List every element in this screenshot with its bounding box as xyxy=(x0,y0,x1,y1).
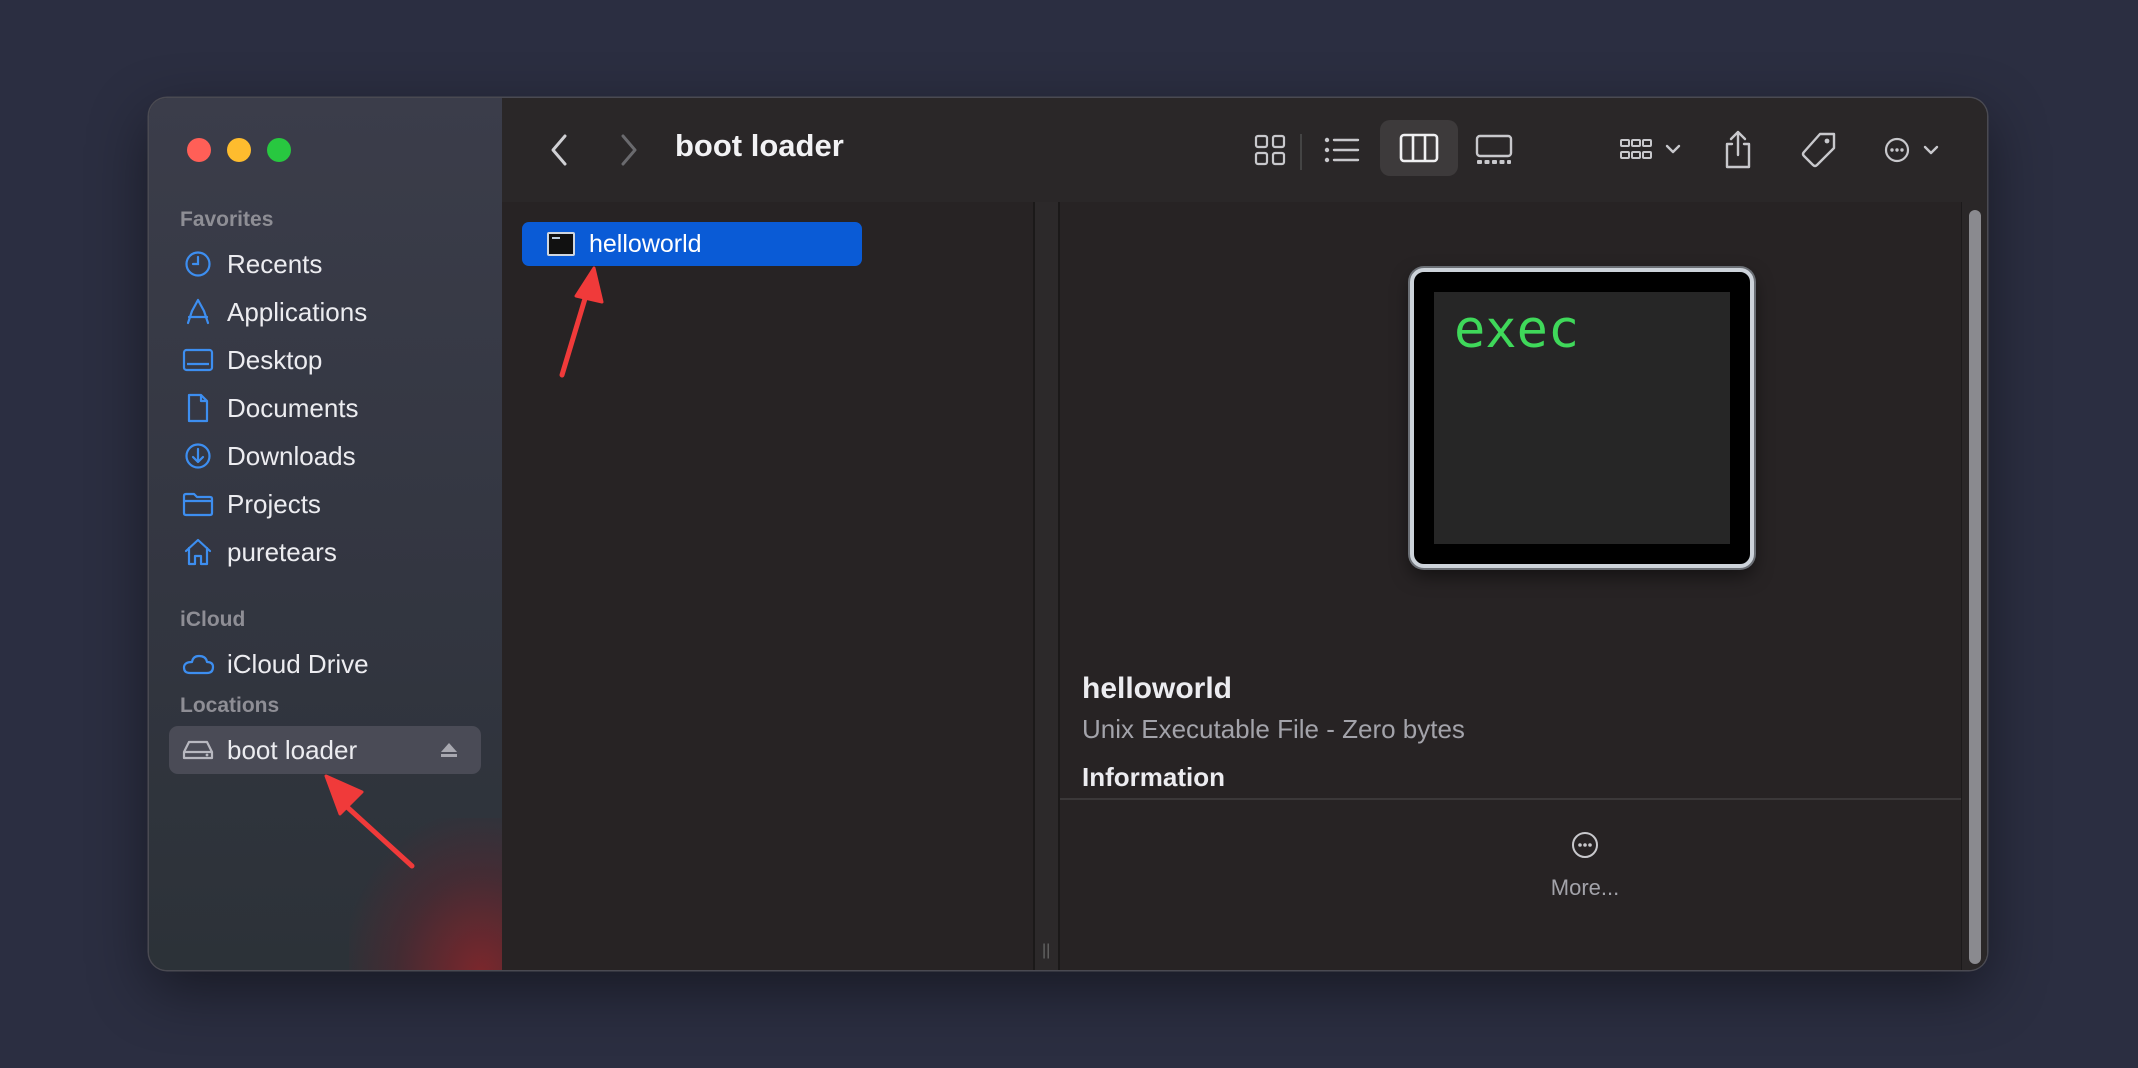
sidebar-item-projects[interactable]: Projects xyxy=(169,480,481,528)
sidebar-item-recents[interactable]: Recents xyxy=(169,240,481,288)
file-column: helloworld xyxy=(502,202,1033,970)
column-resize-handle[interactable]: || xyxy=(1042,942,1050,960)
group-icon[interactable] xyxy=(1614,128,1694,172)
sidebar-item-documents[interactable]: Documents xyxy=(169,384,481,432)
more-icon xyxy=(1572,832,1598,858)
preview-file-kind: Unix Executable File - Zero bytes xyxy=(1082,714,1465,744)
file-row-helloworld[interactable]: helloworld xyxy=(522,222,862,266)
download-icon xyxy=(181,439,215,473)
sidebar-item-label: iCloud Drive xyxy=(227,648,369,679)
more-button[interactable]: More... xyxy=(1530,830,1640,901)
toolbar-separator xyxy=(1300,134,1302,170)
forward-icon[interactable] xyxy=(612,128,646,172)
share-icon[interactable] xyxy=(1716,120,1760,180)
exec-icon-text: exec xyxy=(1454,300,1580,360)
sidebar-item-puretears[interactable]: puretears xyxy=(169,528,481,576)
exec-icon: exec xyxy=(1410,268,1754,568)
toolbar: boot loader xyxy=(502,98,1987,202)
tag-icon[interactable] xyxy=(1794,124,1844,176)
window-title: boot loader xyxy=(675,128,844,163)
home-icon xyxy=(181,535,215,569)
sidebar-item-label: Downloads xyxy=(227,440,356,471)
sidebar-item-applications[interactable]: Applications xyxy=(169,288,481,336)
desktop-icon xyxy=(181,343,215,377)
eject-icon[interactable] xyxy=(439,740,459,765)
more-actions-icon[interactable] xyxy=(1878,128,1958,172)
icon-view-icon[interactable] xyxy=(1243,124,1297,176)
close-button[interactable] xyxy=(187,138,211,162)
information-divider xyxy=(1060,798,1961,800)
preview-scrollbar[interactable] xyxy=(1961,202,1987,970)
folder-icon xyxy=(181,487,215,521)
sidebar-item-icloud-drive[interactable]: iCloud Drive xyxy=(169,640,481,688)
section-title-favorites: Favorites xyxy=(180,208,274,231)
information-heading: Information xyxy=(1082,762,1225,792)
preview-file-name: helloworld xyxy=(1082,672,1232,705)
clock-icon xyxy=(181,247,215,281)
sidebar-item-label: Desktop xyxy=(227,344,323,375)
column-resize-gutter[interactable] xyxy=(1035,202,1058,970)
sidebar-item-label: Applications xyxy=(227,296,368,327)
drive-icon xyxy=(181,733,215,767)
back-icon[interactable] xyxy=(542,128,576,172)
minimize-button[interactable] xyxy=(227,138,251,162)
cloud-icon xyxy=(181,647,215,681)
list-view-icon[interactable] xyxy=(1315,124,1369,176)
section-title-icloud: iCloud xyxy=(180,608,246,631)
gallery-view-icon[interactable] xyxy=(1464,124,1524,176)
document-icon xyxy=(181,391,215,425)
sidebar-item-boot-loader[interactable]: boot loader xyxy=(169,726,481,774)
sidebar-wallpaper-glow xyxy=(349,818,502,970)
more-label: More... xyxy=(1550,875,1620,900)
content-area: helloworld || exec helloworld Unix Execu… xyxy=(502,202,1987,970)
sidebar-item-label: Recents xyxy=(227,248,323,279)
file-name: helloworld xyxy=(589,229,702,258)
preview-pane: exec helloworld Unix Executable File - Z… xyxy=(1060,202,1961,970)
sidebar-item-label: puretears xyxy=(227,536,337,567)
sidebar-item-downloads[interactable]: Downloads xyxy=(169,432,481,480)
scrollbar-thumb[interactable] xyxy=(1969,210,1981,964)
zoom-button[interactable] xyxy=(267,138,291,162)
exec-icon-screen: exec xyxy=(1434,292,1730,544)
column-view-icon[interactable] xyxy=(1380,120,1458,176)
sidebar-item-desktop[interactable]: Desktop xyxy=(169,336,481,384)
sidebar-item-label: Documents xyxy=(227,392,359,423)
sidebar-item-label: Projects xyxy=(227,488,321,519)
finder-window: Favorites Recents Applications Desktop D… xyxy=(149,98,1987,970)
sidebar-item-label: boot loader xyxy=(227,734,358,765)
section-title-locations: Locations xyxy=(180,694,280,717)
terminal-file-icon xyxy=(547,232,575,256)
applications-icon xyxy=(181,295,215,329)
sidebar: Favorites Recents Applications Desktop D… xyxy=(149,98,502,970)
